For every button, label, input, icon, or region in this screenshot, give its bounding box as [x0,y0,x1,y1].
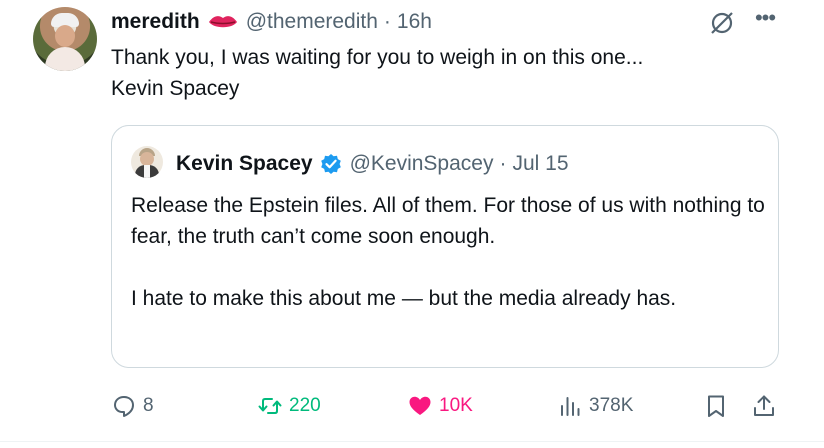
avatar-body [45,47,85,71]
post-time[interactable]: 16h [397,10,432,34]
quote-date[interactable]: Jul 15 [512,152,568,176]
quote-separator-dot: · [499,152,507,175]
verified-icon [320,154,341,174]
quote-display-name[interactable]: Kevin Spacey [176,152,313,176]
tweet-text: Thank you, I was waiting for you to weig… [111,46,644,100]
views-button[interactable]: 378K [557,388,633,424]
share-button[interactable] [751,388,777,424]
quote-avatar-face [140,152,154,166]
heart-icon [409,396,431,415]
reply-icon [114,396,134,417]
author-display-name[interactable]: meredith [111,10,200,34]
action-bar: 8 220 10K 378K [111,388,781,424]
quote-avatar-shirt [144,165,150,178]
quote-paragraph-2: I hate to make this about me — but the m… [131,287,677,310]
bookmark-button[interactable] [703,388,729,424]
quote-handle[interactable]: @KevinSpacey [350,152,494,176]
quote-avatar[interactable] [131,146,163,178]
divider [0,441,824,442]
tweet-header: meredith @themeredith · 16h [111,8,432,36]
like-count: 10K [439,395,473,416]
quote-text: Release the Epstein files. All of them. … [131,190,766,345]
avatar-face [55,25,75,47]
grok-icon[interactable] [708,9,736,37]
quote-paragraph-1: Release the Epstein files. All of them. … [131,194,765,248]
like-button[interactable]: 10K [407,388,473,424]
reply-count: 8 [143,395,154,416]
separator-dot: · [383,10,391,33]
share-icon [754,395,774,416]
lips-icon [208,16,237,28]
repost-button[interactable]: 220 [257,388,321,424]
quote-header: Kevin Spacey @KevinSpacey · Jul 15 [176,150,569,178]
author-handle[interactable]: @themeredith [246,10,378,34]
repost-count: 220 [289,395,321,416]
views-icon [561,397,580,416]
bookmark-icon [708,395,724,417]
avatar[interactable] [33,7,97,71]
repost-icon [258,398,282,414]
more-icon[interactable]: ••• [752,7,778,35]
reply-button[interactable]: 8 [111,388,154,424]
quoted-tweet[interactable]: Kevin Spacey @KevinSpacey · Jul 15 Relea… [111,125,779,368]
tweet[interactable]: meredith @themeredith · 16h ••• Thank yo… [0,0,824,448]
views-count: 378K [589,395,634,416]
